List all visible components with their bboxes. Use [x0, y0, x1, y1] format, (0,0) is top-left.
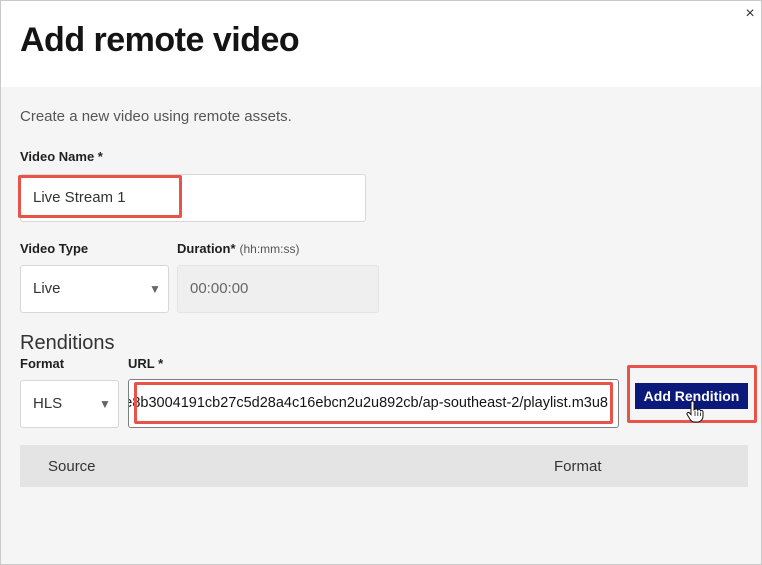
renditions-title: Renditions — [20, 332, 115, 354]
close-icon[interactable]: × — [741, 5, 759, 23]
url-value: https://c-c75f50e8b3004191cb27c5d28a4c16… — [129, 395, 608, 411]
column-format: Format — [554, 458, 602, 475]
format-select[interactable]: HLS ▼ — [20, 380, 119, 428]
video-name-label: Video Name * — [20, 149, 103, 164]
url-input[interactable]: https://c-c75f50e8b3004191cb27c5d28a4c16… — [128, 379, 619, 428]
video-type-value: Live — [33, 280, 61, 297]
format-value: HLS — [33, 395, 63, 412]
video-type-select[interactable]: Live ▼ — [20, 265, 169, 313]
dialog-header: Add remote video × — [1, 1, 761, 87]
url-label: URL * — [128, 356, 164, 371]
dialog-subtitle: Create a new video using remote assets. — [20, 108, 292, 125]
add-remote-video-dialog: Add remote video × Create a new video us… — [0, 0, 762, 565]
duration-input[interactable]: 00:00:00 — [177, 265, 379, 313]
dialog-title: Add remote video — [20, 21, 300, 59]
format-label: Format — [20, 356, 65, 371]
column-source: Source — [48, 458, 96, 475]
duration-label: Duration* (hh:mm:ss) — [177, 241, 300, 256]
video-name-input[interactable]: Live Stream 1 — [20, 174, 366, 222]
video-type-label: Video Type — [20, 241, 89, 256]
chevron-down-icon: ▼ — [149, 282, 161, 296]
duration-hint: (hh:mm:ss) — [239, 242, 300, 256]
hand-pointer-icon — [686, 401, 704, 423]
duration-label-text: Duration* — [177, 241, 236, 256]
chevron-down-icon: ▼ — [99, 397, 111, 411]
renditions-table-header: Source Format — [20, 445, 748, 487]
video-name-value: Live Stream 1 — [33, 189, 126, 206]
duration-value: 00:00:00 — [190, 280, 249, 297]
